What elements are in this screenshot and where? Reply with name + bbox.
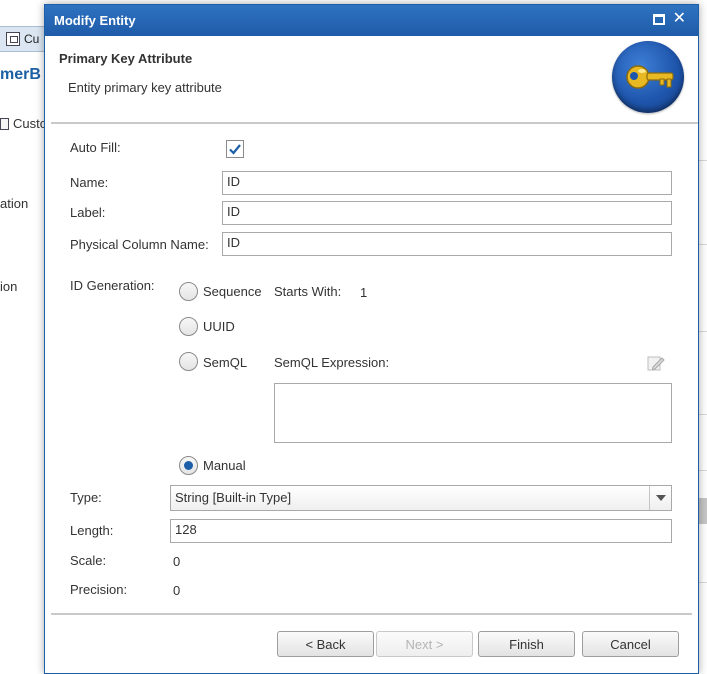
precision-value: 0: [173, 583, 181, 598]
checkmark-icon: [229, 144, 241, 155]
semql-radio[interactable]: [179, 352, 198, 371]
semql-option-label[interactable]: SemQL: [203, 355, 247, 370]
type-select-value: String [Built-in Type]: [175, 490, 292, 505]
sequence-radio[interactable]: [179, 282, 198, 301]
physical-column-name-input[interactable]: ID: [222, 232, 672, 256]
auto-fill-checkbox[interactable]: [226, 140, 244, 158]
length-label: Length:: [70, 523, 114, 538]
background-item-ion[interactable]: ion: [0, 279, 17, 294]
close-icon[interactable]: ✕: [673, 11, 686, 27]
cancel-button[interactable]: Cancel: [582, 631, 679, 657]
manual-radio[interactable]: [179, 456, 198, 475]
dialog-title: Modify Entity: [54, 13, 136, 28]
starts-with-label: Starts With:: [274, 284, 342, 299]
precision-label: Precision:: [70, 582, 128, 597]
modify-entity-dialog: Modify Entity ✕ Primary Key Attribute En…: [44, 4, 699, 674]
semql-expression-label: SemQL Expression:: [274, 355, 390, 370]
id-generation-label: ID Generation:: [70, 278, 155, 293]
semql-expression-textarea[interactable]: [274, 383, 672, 443]
header-subtitle: Entity primary key attribute: [68, 80, 222, 95]
header-title: Primary Key Attribute: [59, 51, 193, 66]
uuid-option-label[interactable]: UUID: [203, 319, 235, 334]
finish-button[interactable]: Finish: [478, 631, 575, 657]
type-label: Type:: [70, 490, 102, 505]
background-title: merB: [0, 66, 41, 83]
scale-label: Scale:: [70, 553, 107, 568]
footer-separator: [51, 613, 692, 615]
maximize-icon[interactable]: [652, 13, 665, 25]
key-icon: [612, 41, 684, 113]
background-item-custo[interactable]: Custo: [0, 116, 47, 131]
document-icon: [0, 117, 9, 130]
starts-with-value: 1: [360, 285, 368, 300]
physical-column-name-label: Physical Column Name:: [70, 237, 209, 252]
sequence-option-label[interactable]: Sequence: [203, 284, 262, 299]
background-tab-label: Cu: [24, 32, 40, 46]
back-button[interactable]: < Back: [277, 631, 374, 657]
length-input[interactable]: 128: [170, 519, 672, 543]
name-input[interactable]: ID: [222, 171, 672, 195]
scale-value: 0: [173, 554, 181, 569]
background-item-label: Custo: [13, 116, 47, 131]
dialog-header: Primary Key Attribute Entity primary key…: [45, 36, 698, 124]
type-select[interactable]: String [Built-in Type]: [170, 485, 672, 511]
edit-pencil-icon[interactable]: [647, 354, 665, 372]
uuid-radio[interactable]: [179, 317, 198, 336]
auto-fill-label: Auto Fill:: [70, 140, 121, 155]
name-label: Name:: [70, 175, 109, 190]
next-button[interactable]: Next >: [376, 631, 473, 657]
label-label: Label:: [70, 205, 106, 220]
dialog-titlebar[interactable]: Modify Entity ✕: [45, 5, 698, 36]
manual-option-label[interactable]: Manual: [203, 458, 246, 473]
chevron-down-icon[interactable]: [649, 486, 671, 510]
label-input[interactable]: ID: [222, 201, 672, 225]
background-item-ation[interactable]: ation: [0, 196, 28, 211]
header-separator: [51, 122, 698, 124]
window-icon: [6, 32, 20, 46]
